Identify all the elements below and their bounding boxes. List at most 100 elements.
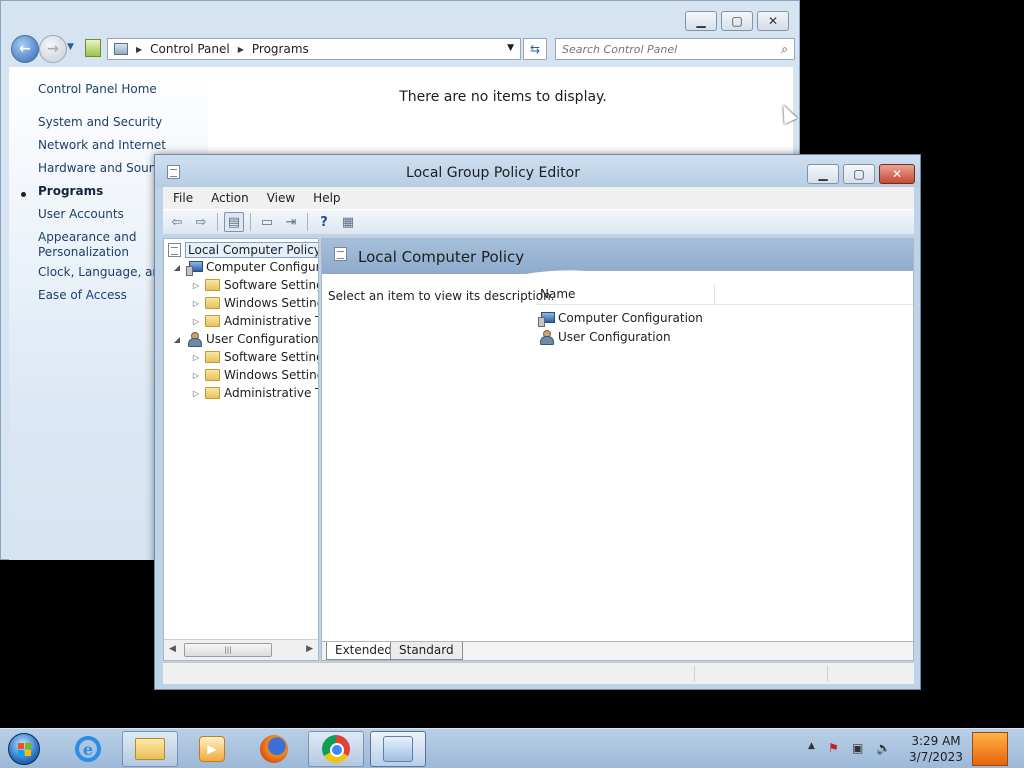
- show-hidden-icons-button[interactable]: ▲: [808, 741, 815, 751]
- taskbar: e ▶ ▲ ⚑ ▣ 🔈 3:29 AM 3/7/2023: [0, 728, 1024, 768]
- nav-appearance-line1[interactable]: Appearance and: [38, 230, 136, 244]
- empty-message: There are no items to display.: [399, 89, 607, 105]
- forward-button[interactable]: →: [39, 35, 67, 63]
- gpedit-menubar: File Action View Help: [163, 187, 914, 209]
- chrome-icon: [322, 735, 350, 763]
- arrow-left-icon: ←: [19, 41, 31, 57]
- gpedit-titlebar[interactable]: Local Group Policy Editor ▁ ▢ ✕: [155, 155, 920, 187]
- collapse-triangle-icon[interactable]: ◢: [172, 335, 182, 344]
- nav-control-panel-home[interactable]: Control Panel Home: [38, 82, 157, 96]
- details-banner-title: Local Computer Policy: [358, 248, 525, 266]
- gpedit-window: Local Group Policy Editor ▁ ▢ ✕ File Act…: [154, 154, 921, 690]
- collapse-triangle-icon[interactable]: ◢: [172, 263, 182, 272]
- tree-node-computer-admin-templates[interactable]: ▷ Administrative Te: [191, 314, 318, 328]
- start-button[interactable]: [4, 731, 44, 767]
- menu-file[interactable]: File: [163, 191, 201, 205]
- expand-triangle-icon[interactable]: ▷: [191, 299, 201, 308]
- gp-close-button[interactable]: ✕: [879, 164, 915, 184]
- expand-triangle-icon[interactable]: ▷: [191, 371, 201, 380]
- toolbar-show-hide-tree-button[interactable]: ▤: [224, 212, 244, 232]
- tree-node-local-computer-policy[interactable]: Local Computer Policy: [168, 242, 318, 258]
- refresh-button[interactable]: ⇆: [523, 38, 547, 60]
- nav-ease-of-access[interactable]: Ease of Access: [38, 288, 127, 302]
- toolbar-help-button[interactable]: ?: [314, 212, 334, 232]
- breadcrumb-programs[interactable]: Programs: [252, 42, 309, 56]
- gp-minimize-button[interactable]: ▁: [807, 164, 839, 184]
- list-item-user-configuration[interactable]: User Configuration: [538, 330, 671, 345]
- taskbar-internet-explorer[interactable]: e: [60, 731, 116, 767]
- system-clock[interactable]: 3:29 AM 3/7/2023: [905, 733, 967, 765]
- nav-programs[interactable]: Programs: [38, 184, 103, 198]
- console-tree: Local Computer Policy ◢ Computer Configu…: [163, 238, 319, 661]
- tab-standard[interactable]: Standard: [390, 642, 463, 660]
- address-bar[interactable]: ▶ Control Panel ▶ Programs ▼: [107, 38, 521, 60]
- menu-help[interactable]: Help: [303, 191, 348, 205]
- expand-triangle-icon[interactable]: ▷: [191, 317, 201, 326]
- description-text: Select an item to view its description.: [328, 289, 555, 303]
- scroll-right-icon[interactable]: ▶: [306, 644, 313, 654]
- nav-network-and-internet[interactable]: Network and Internet: [38, 138, 166, 152]
- properties-icon: ▭: [260, 214, 274, 230]
- column-header-name[interactable]: Name: [540, 287, 575, 301]
- up-level-button[interactable]: [85, 39, 101, 57]
- expand-triangle-icon[interactable]: ▷: [191, 353, 201, 362]
- gp-maximize-button[interactable]: ▢: [843, 164, 875, 184]
- menu-view[interactable]: View: [257, 191, 303, 205]
- banner-decoration: [526, 270, 913, 274]
- folder-icon: [205, 369, 220, 381]
- recent-pages-dropdown[interactable]: ▼: [67, 42, 74, 52]
- search-input[interactable]: [562, 42, 762, 56]
- action-center-flag-icon[interactable]: ⚑: [828, 741, 839, 755]
- tree-node-computer-configuration[interactable]: ◢ Computer Configura: [172, 260, 318, 276]
- taskbar-firefox[interactable]: [246, 731, 302, 767]
- nav-appearance-line2[interactable]: Personalization: [38, 245, 129, 259]
- cp-close-button[interactable]: ✕: [757, 11, 789, 31]
- toolbar-separator: [217, 213, 218, 231]
- expand-triangle-icon[interactable]: ▷: [191, 389, 201, 398]
- tree-horizontal-scrollbar[interactable]: ◀ ||| ▶: [164, 639, 318, 660]
- tree-node-user-configuration[interactable]: ◢ User Configuration: [172, 332, 318, 347]
- control-panel-icon: [114, 43, 128, 55]
- gpedit-title: Local Group Policy Editor: [406, 165, 580, 181]
- tree-node-user-windows-settings[interactable]: ▷ Windows Setting: [191, 368, 318, 382]
- arrow-right-icon: →: [47, 41, 59, 57]
- gpedit-toolbar: ⇦ ⇨ ▤ ▭ ⇥ ? ▦: [163, 209, 914, 235]
- expand-triangle-icon[interactable]: ▷: [191, 281, 201, 290]
- policy-icon: [334, 247, 347, 261]
- folder-icon: [135, 738, 165, 760]
- back-button[interactable]: ←: [11, 35, 39, 63]
- toolbar-properties-button[interactable]: ▭: [257, 212, 277, 232]
- scrollbar-thumb[interactable]: |||: [184, 643, 272, 657]
- address-dropdown-icon[interactable]: ▼: [507, 43, 514, 53]
- show-desktop-button[interactable]: [972, 732, 1008, 766]
- cp-maximize-button[interactable]: ▢: [721, 11, 753, 31]
- nav-user-accounts[interactable]: User Accounts: [38, 207, 124, 221]
- taskbar-media-player[interactable]: ▶: [184, 731, 240, 767]
- list-item-computer-configuration[interactable]: Computer Configuration: [538, 311, 703, 327]
- control-panel-titlebar[interactable]: ▁ ▢ ✕: [1, 1, 799, 33]
- tree-node-user-admin-templates[interactable]: ▷ Administrative Te: [191, 386, 318, 400]
- breadcrumb-control-panel[interactable]: Control Panel: [150, 42, 230, 56]
- volume-muted-icon[interactable]: 🔈: [876, 741, 891, 755]
- nav-system-and-security[interactable]: System and Security: [38, 115, 162, 129]
- taskbar-windows-explorer[interactable]: [122, 731, 178, 767]
- taskbar-group-policy-editor[interactable]: [370, 731, 426, 767]
- tree-node-computer-software-settings[interactable]: ▷ Software Settings: [191, 278, 318, 292]
- network-icon[interactable]: ▣: [852, 741, 863, 755]
- cp-minimize-button[interactable]: ▁: [685, 11, 717, 31]
- nav-clock-language[interactable]: Clock, Language, and: [38, 265, 168, 279]
- scroll-left-icon[interactable]: ◀: [169, 644, 176, 654]
- toolbar-back-button[interactable]: ⇦: [167, 212, 187, 232]
- media-player-icon: ▶: [199, 736, 225, 762]
- search-icon[interactable]: ⌕: [781, 42, 788, 57]
- toolbar-filter-button[interactable]: ▦: [338, 212, 358, 232]
- toolbar-forward-button[interactable]: ⇨: [191, 212, 211, 232]
- column-separator[interactable]: [714, 285, 715, 303]
- menu-action[interactable]: Action: [201, 191, 257, 205]
- toolbar-export-list-button[interactable]: ⇥: [281, 212, 301, 232]
- tree-node-user-software-settings[interactable]: ▷ Software Settings: [191, 350, 318, 364]
- tree-node-computer-windows-settings[interactable]: ▷ Windows Setting: [191, 296, 318, 310]
- nav-hardware-and-sound[interactable]: Hardware and Sound: [38, 161, 164, 175]
- search-box[interactable]: ⌕: [555, 38, 795, 60]
- taskbar-chrome[interactable]: [308, 731, 364, 767]
